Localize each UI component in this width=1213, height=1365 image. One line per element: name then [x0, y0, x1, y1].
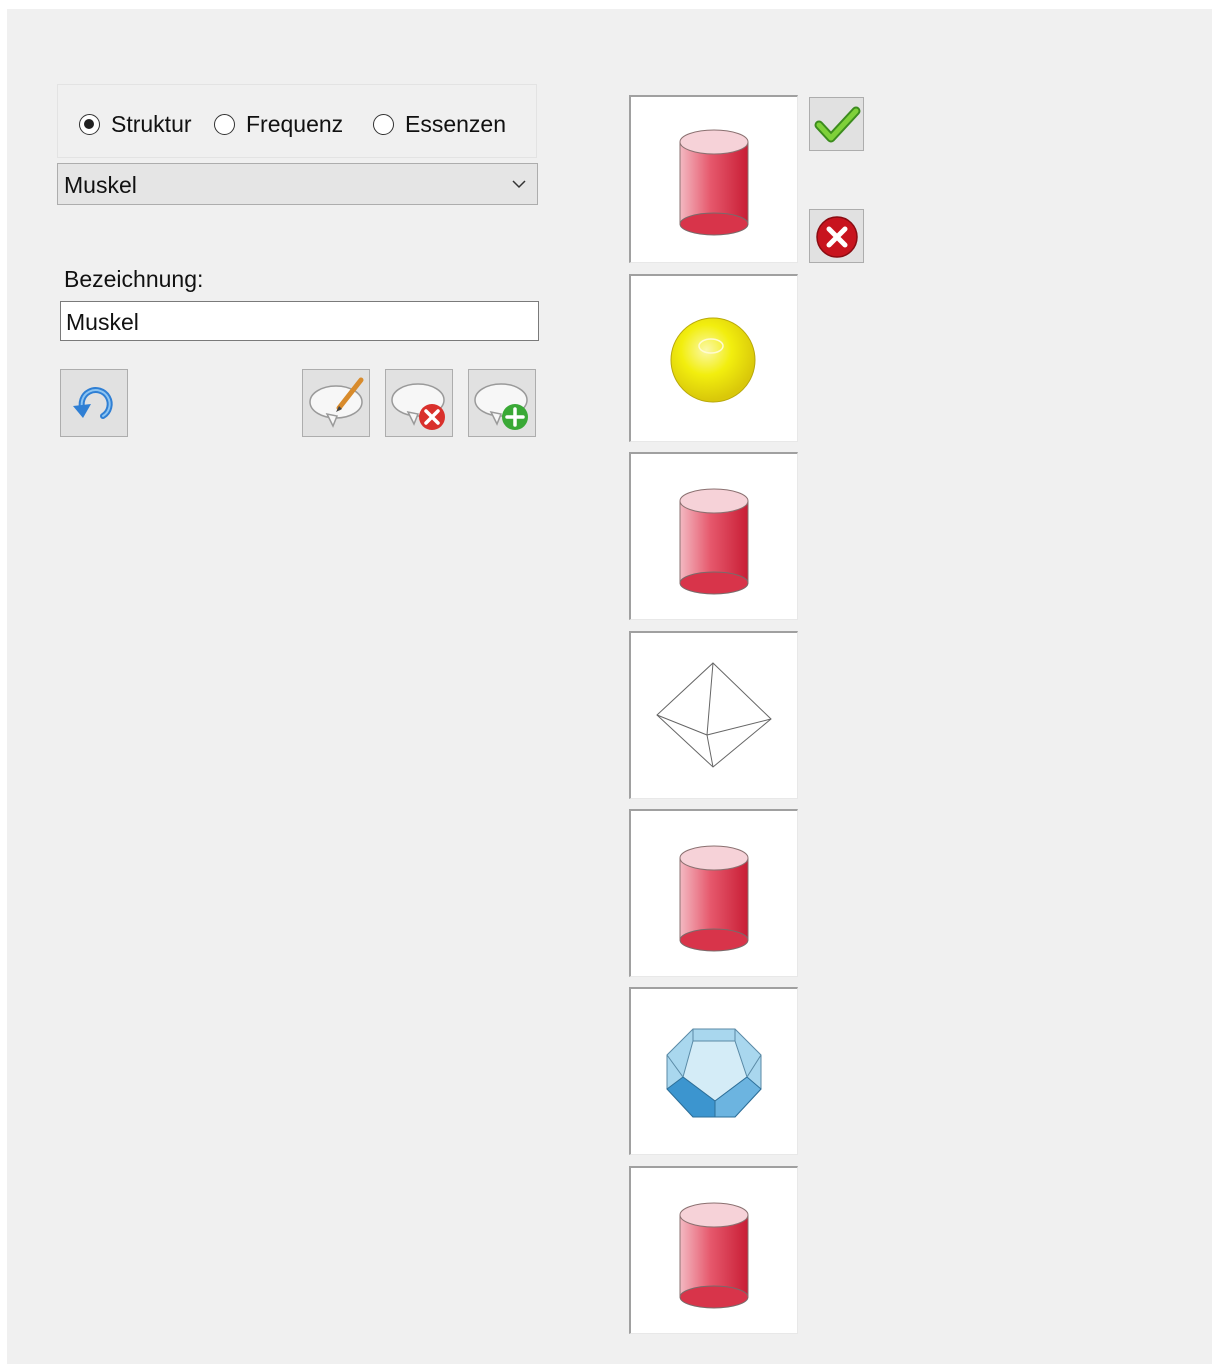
name-input-value: Muskel [66, 309, 139, 335]
edit-comment-button[interactable] [302, 369, 370, 437]
tile-cylinder[interactable] [629, 95, 798, 263]
edit-comment-icon [309, 377, 364, 428]
confirm-check-icon [814, 106, 861, 143]
tile-octahedron[interactable] [629, 631, 798, 799]
cylinder-icon [679, 845, 749, 952]
tile-cylinder[interactable] [629, 809, 798, 977]
tile-cylinder[interactable] [629, 1166, 798, 1334]
sphere-icon [670, 317, 756, 403]
tile-cylinder[interactable] [629, 452, 798, 620]
radio-struktur[interactable]: Struktur [79, 111, 192, 138]
add-comment-icon [474, 383, 528, 430]
cancel-x-icon [816, 216, 858, 258]
name-field-label: Bezeichnung: [64, 266, 204, 292]
chevron-down-icon [512, 180, 526, 189]
confirm-button[interactable] [809, 97, 864, 151]
delete-comment-icon [391, 383, 445, 430]
cancel-button[interactable] [809, 209, 864, 263]
mode-radio-group: Struktur Frequenz Essenzen [57, 84, 537, 158]
octahedron-icon [656, 662, 772, 768]
tile-sphere[interactable] [629, 274, 798, 442]
cylinder-icon [679, 1202, 749, 1309]
delete-comment-button[interactable] [385, 369, 453, 437]
radio-label: Struktur [111, 111, 192, 137]
dodecahedron-icon [666, 1028, 762, 1118]
undo-icon [73, 387, 113, 419]
name-input[interactable]: Muskel [60, 301, 539, 341]
category-dropdown[interactable]: Muskel [57, 163, 538, 205]
radio-circle[interactable] [214, 114, 235, 135]
dropdown-value: Muskel [64, 172, 137, 198]
radio-circle-checked[interactable] [79, 114, 100, 135]
radio-label: Frequenz [246, 111, 344, 137]
tile-dodecahedron[interactable] [629, 987, 798, 1155]
radio-frequenz[interactable]: Frequenz [214, 111, 343, 138]
radio-essenzen[interactable]: Essenzen [373, 111, 506, 138]
undo-button[interactable] [60, 369, 128, 437]
radio-label: Essenzen [405, 111, 507, 137]
add-comment-button[interactable] [468, 369, 536, 437]
cylinder-icon [679, 129, 749, 236]
window-panel [7, 9, 1212, 1364]
cylinder-icon [679, 488, 749, 595]
radio-circle[interactable] [373, 114, 394, 135]
